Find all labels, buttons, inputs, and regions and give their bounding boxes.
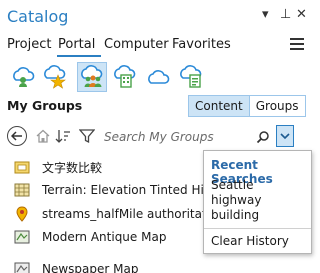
content-groups-toggle: Content Groups: [188, 95, 306, 117]
back-button[interactable]: [7, 126, 27, 146]
web-map-icon: [14, 261, 30, 273]
my-content-cloud-icon[interactable]: [8, 62, 38, 92]
list-item-label: Newspaper Map: [42, 262, 139, 273]
pane-title: Catalog: [7, 7, 69, 26]
sort-icon[interactable]: [54, 127, 72, 145]
tab-computer[interactable]: Computer: [104, 37, 169, 52]
pane-options-icon[interactable]: ▾: [262, 8, 269, 22]
recent-searches-dropdown-button[interactable]: [276, 125, 294, 147]
search-icon[interactable]: [256, 129, 270, 148]
tab-favorites[interactable]: Favorites: [172, 37, 231, 52]
divider: [204, 228, 311, 229]
catalog-tabs: Project Portal Computer Favorites: [0, 34, 313, 57]
groups-cloud-icon[interactable]: [77, 62, 107, 92]
content-toggle-button[interactable]: Content: [189, 96, 249, 116]
pane-title-bar: Catalog ▾ ⊥ ✕: [0, 0, 313, 34]
tab-portal[interactable]: Portal: [58, 37, 95, 52]
portal-category-bar: [0, 60, 313, 94]
arcgis-online-cloud-icon[interactable]: [144, 62, 174, 92]
list-item-label: 文字数比較: [42, 160, 103, 175]
browse-toolbar: [0, 123, 313, 149]
favorites-cloud-icon[interactable]: [40, 62, 70, 92]
clear-history-button[interactable]: Clear History: [211, 234, 289, 248]
web-map-icon: [14, 229, 30, 245]
list-item-label: Modern Antique Map: [42, 230, 167, 244]
organization-cloud-icon[interactable]: [110, 62, 140, 92]
search-input[interactable]: [103, 126, 273, 148]
section-title: My Groups: [7, 98, 83, 113]
search-field[interactable]: [103, 126, 273, 148]
tab-project[interactable]: Project: [7, 37, 51, 52]
map-package-icon: [14, 159, 30, 175]
active-tab-indicator: [57, 55, 101, 57]
recent-searches-popup: Recent Searches Seattle highway building…: [203, 150, 312, 254]
recent-search-item[interactable]: building: [211, 208, 259, 222]
filter-icon[interactable]: [78, 127, 96, 145]
feature-layer-icon: [14, 206, 30, 222]
tile-layer-icon: [14, 182, 30, 198]
recent-search-item[interactable]: Seattle: [211, 178, 253, 192]
chevron-down-icon: [280, 133, 290, 140]
living-atlas-cloud-icon[interactable]: [176, 62, 206, 92]
recent-search-item[interactable]: highway: [211, 193, 261, 207]
close-icon[interactable]: ✕: [296, 8, 307, 22]
list-item-label: streams_halfMile authoritative: [42, 207, 225, 221]
menu-icon[interactable]: [290, 38, 304, 50]
list-item[interactable]: Newspaper Map: [14, 258, 314, 273]
home-icon[interactable]: [34, 127, 52, 145]
groups-toggle-button[interactable]: Groups: [248, 96, 305, 116]
auto-hide-pin-icon[interactable]: ⊥: [280, 8, 291, 22]
